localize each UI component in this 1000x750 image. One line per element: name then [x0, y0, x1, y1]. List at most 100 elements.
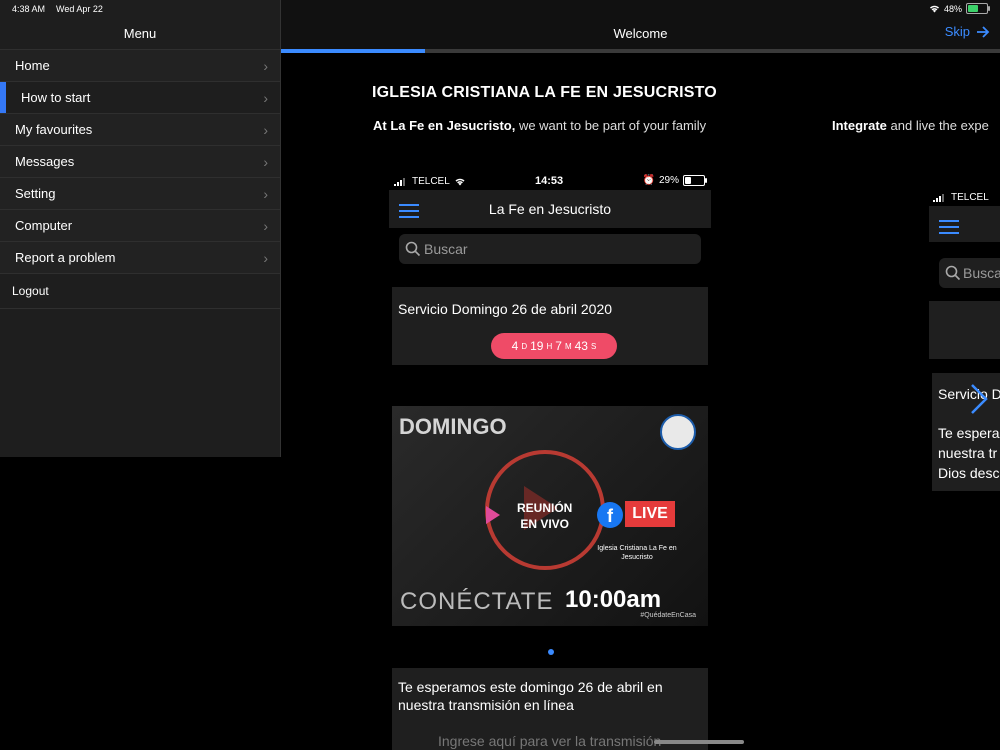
- progress-fill: [281, 49, 425, 53]
- banner-reunion-line1: REUNIÓN: [517, 501, 573, 515]
- sidebar-menu: Menu Home › How to start › My favourites › …: [0, 0, 281, 457]
- phone-status-left: TELCEL: [394, 176, 466, 187]
- phone-carrier: TELCEL: [412, 176, 450, 187]
- next-phone-app-bar: [929, 206, 1000, 242]
- status-time: 4:38 AM: [12, 4, 46, 14]
- search-icon: [945, 265, 961, 281]
- banner-reunion-line2: EN VIVO: [520, 517, 570, 531]
- sidebar-item-label: My favourites: [15, 122, 93, 137]
- phone-app-title: La Fe en Jesucristo: [488, 201, 612, 217]
- banner-conectate: CONÉCTATE: [400, 588, 554, 615]
- page-indicator-dot: [548, 649, 554, 655]
- battery-icon: [966, 3, 990, 14]
- sidebar-item-computer[interactable]: Computer ›: [0, 209, 280, 241]
- sidebar-item-label: How to start: [21, 90, 91, 105]
- countdown-days: 4: [511, 339, 519, 353]
- chevron-right-icon: ›: [263, 121, 268, 138]
- skip-label: Skip: [944, 24, 970, 39]
- signal-icon: [933, 193, 944, 202]
- battery-icon: [683, 175, 707, 186]
- phone-status-right: ⏰ 29%: [642, 175, 707, 186]
- phone-preview: TELCEL 14:53 ⏰ 29% La Fe en Jesucristo B…: [389, 172, 711, 750]
- countdown-minutes: 7: [555, 339, 562, 353]
- countdown-seconds-label: S: [590, 341, 597, 351]
- sidebar-item-messages[interactable]: Messages ›: [0, 145, 280, 177]
- banner-time: 10:00am: [565, 586, 662, 613]
- sidebar-item-my-favourites[interactable]: My favourites ›: [0, 113, 280, 145]
- welcome-screen: Welcome Skip IGLESIA CRISTIANA LA FE EN …: [281, 0, 1000, 750]
- home-indicator: [654, 740, 744, 744]
- intro-subtitle-bold: At La Fe en Jesucristo,: [373, 118, 516, 133]
- onboarding-progress: [281, 49, 1000, 53]
- wifi-icon: [929, 5, 939, 13]
- wifi-icon: [455, 178, 465, 186]
- sidebar-item-label: Messages: [15, 154, 75, 169]
- live-stream-banner: DOMINGO REUNIÓN EN VIVO f LIVE Iglesia Cr…: [392, 406, 708, 626]
- countdown-badge: 4D 19 H 7M 43 S: [491, 333, 617, 359]
- next-phone-search: Busca: [939, 258, 1000, 288]
- intro-subtitle-text: we want to be part of your family: [515, 118, 707, 133]
- church-seal-icon: [660, 414, 696, 450]
- next-subtitle-bold: Integrate: [832, 118, 887, 133]
- message-card: Te esperamos este domingo 26 de abril en…: [392, 668, 708, 750]
- sidebar-item-how-to-start[interactable]: How to start ›: [0, 81, 280, 113]
- phone-time: 14:53: [535, 175, 564, 187]
- next-phone-carrier: TELCEL: [951, 192, 989, 203]
- next-slide-chevron-icon[interactable]: [969, 382, 989, 416]
- service-title: Servicio Domingo 26 de abril 2020: [398, 301, 613, 317]
- status-bar: 4:38 AM Wed Apr 22 48%: [0, 0, 1000, 18]
- phone-battery-percent: 29%: [658, 175, 679, 186]
- next-card-text: Te espera nuestra tr Dios desc: [938, 423, 999, 483]
- phone-status-bar: TELCEL 14:53 ⏰ 29%: [389, 172, 711, 190]
- sidebar-item-label: Computer: [15, 218, 73, 233]
- chevron-right-icon: ›: [263, 185, 268, 202]
- sidebar-item-report-a-problem[interactable]: Report a problem ›: [0, 241, 280, 273]
- sidebar-item-label: Report a problem: [15, 250, 116, 265]
- next-phone-search-placeholder: Busca: [963, 265, 1000, 281]
- sidebar-item-label: Home: [15, 58, 50, 73]
- banner-hashtag: #QuédateEnCasa: [640, 612, 696, 619]
- battery-percent: 48%: [943, 3, 962, 14]
- chevron-right-icon: ›: [263, 57, 268, 74]
- next-slide-subtitle: Integrate and live the expe: [832, 118, 989, 133]
- sidebar-item-label: Setting: [15, 186, 56, 201]
- next-phone-block: [929, 301, 1000, 359]
- status-right: 48%: [929, 3, 990, 14]
- service-card: Servicio Domingo 26 de abril 2020 4D 19 H…: [392, 287, 708, 365]
- hamburger-menu-icon: [939, 220, 959, 238]
- search-icon: [405, 241, 421, 257]
- chevron-right-icon: ›: [263, 89, 268, 106]
- status-date: Wed Apr 22: [56, 4, 103, 14]
- chevron-right-icon: ›: [263, 153, 268, 170]
- intro-subtitle: At La Fe en Jesucristo, we want to be pa…: [373, 118, 706, 133]
- countdown-days-label: D: [521, 341, 528, 351]
- next-card-line2: nuestra tr: [938, 445, 998, 461]
- message-text: Te esperamos este domingo 26 de abril en…: [398, 679, 663, 713]
- countdown-minutes-label: M: [564, 341, 572, 351]
- logout-button[interactable]: Logout: [0, 273, 280, 309]
- banner-church-name: Iglesia Cristiana La Fe en Jesucristo: [597, 545, 677, 561]
- next-subtitle-text: and live the expe: [886, 118, 989, 133]
- sidebar-item-home[interactable]: Home ›: [0, 49, 280, 81]
- phone-search-placeholder: Buscar: [424, 241, 468, 257]
- chevron-right-icon: ›: [263, 249, 268, 266]
- page-title: Welcome: [613, 26, 668, 41]
- signal-icon: [394, 177, 405, 186]
- menu-list: Home › How to start › My favourites › Messa…: [0, 49, 280, 309]
- stream-link: Ingrese aquí para ver la transmisión: [438, 733, 662, 749]
- chevron-right-icon: ›: [263, 217, 268, 234]
- next-card-line3: Dios desc: [938, 465, 1000, 481]
- banner-reunion: REUNIÓN EN VIVO: [517, 500, 572, 532]
- sidebar-title: Menu: [123, 26, 157, 41]
- arrow-right-icon: [977, 25, 990, 38]
- skip-button[interactable]: Skip: [945, 24, 990, 39]
- phone-search-bar: Buscar: [399, 234, 701, 264]
- live-badge: LIVE: [625, 501, 675, 527]
- countdown-hours-label: H: [546, 341, 553, 351]
- next-phone-preview: TELCEL Busca Servicio D Te espera nuestr…: [929, 188, 1000, 508]
- pink-arrow-icon: [486, 506, 500, 524]
- next-card-line1: Te espera: [938, 425, 1000, 441]
- sidebar-item-setting[interactable]: Setting ›: [0, 177, 280, 209]
- intro-heading: IGLESIA CRISTIANA LA FE EN JESUCRISTO: [372, 84, 717, 101]
- alarm-icon: ⏰: [642, 175, 655, 186]
